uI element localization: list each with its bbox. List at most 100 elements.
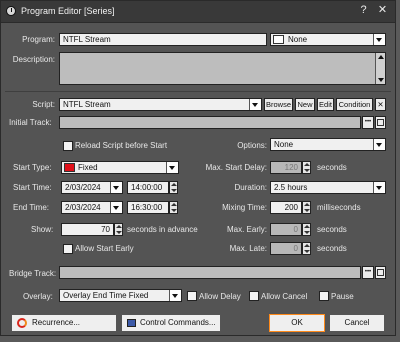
start-type-select[interactable]: Fixed: [61, 161, 179, 174]
allow-start-early-checkbox[interactable]: [63, 244, 73, 254]
script-browse-button[interactable]: Browse: [264, 98, 293, 111]
options-label: Options:: [237, 141, 267, 150]
bridge-track-label: Bridge Track:: [9, 269, 57, 278]
description-label: Description:: [12, 55, 55, 64]
max-early-stepper[interactable]: [302, 223, 311, 236]
allow-cancel-label: Allow Cancel: [261, 292, 308, 301]
options-value: None: [274, 140, 294, 149]
clear-icon: [377, 269, 384, 276]
app-clock-icon: [6, 6, 16, 16]
chevron-down-icon: [376, 38, 382, 42]
program-editor-window: Program Editor [Series] ? ✕ Program: NTF…: [0, 0, 396, 336]
initial-track-input[interactable]: [59, 116, 361, 129]
program-color-value: None: [288, 35, 308, 44]
end-date-picker[interactable]: 2/03/2024: [61, 201, 123, 214]
show-unit: seconds in advance: [127, 225, 198, 234]
scroll-up-icon[interactable]: [378, 55, 384, 59]
start-type-label: Start Type:: [13, 163, 52, 172]
max-start-delay-input[interactable]: 120: [270, 161, 302, 174]
bridge-track-clear-button[interactable]: [375, 266, 386, 279]
reload-script-checkbox[interactable]: [63, 141, 73, 151]
allow-cancel-checkbox[interactable]: [249, 291, 259, 301]
end-date-value: 2/03/2024: [65, 203, 101, 212]
mixing-time-stepper[interactable]: [302, 201, 311, 214]
max-early-input[interactable]: 0: [270, 223, 302, 236]
options-select[interactable]: None: [270, 138, 386, 151]
start-type-value: Fixed: [78, 163, 98, 172]
max-late-unit: seconds: [317, 244, 347, 253]
description-textarea[interactable]: [59, 52, 386, 85]
bridge-track-browse-button[interactable]: •••: [362, 266, 374, 279]
cancel-button[interactable]: Cancel: [329, 314, 385, 332]
control-commands-label: Control Commands...: [140, 318, 216, 327]
overlay-select[interactable]: Overlay End Time Fixed: [59, 289, 182, 302]
start-type-swatch: [64, 163, 75, 172]
start-time-label: Start Time:: [13, 183, 52, 192]
script-edit-button[interactable]: Edit: [317, 98, 334, 111]
mixing-time-unit: milliseconds: [317, 203, 361, 212]
mixing-time-input[interactable]: 200: [270, 201, 302, 214]
separator: [5, 91, 391, 92]
script-value: NTFL Stream: [63, 100, 111, 109]
start-time-stepper[interactable]: [169, 181, 178, 194]
help-button[interactable]: ?: [357, 4, 370, 17]
control-commands-button[interactable]: Control Commands...: [121, 314, 221, 332]
close-button[interactable]: ✕: [376, 4, 389, 17]
script-label: Script:: [32, 100, 55, 109]
allow-delay-checkbox[interactable]: [187, 291, 197, 301]
max-early-unit: seconds: [317, 225, 347, 234]
chevron-down-icon: [376, 143, 382, 147]
duration-value: 2.5 hours: [274, 183, 308, 192]
clear-icon: [377, 119, 384, 126]
program-color-swatch: [273, 35, 284, 44]
reload-script-label: Reload Script before Start: [75, 141, 168, 150]
program-name-input[interactable]: NTFL Stream: [59, 33, 267, 46]
max-late-input[interactable]: 0: [270, 242, 302, 255]
allow-start-early-label: Allow Start Early: [75, 244, 134, 253]
script-clear-button[interactable]: ✕: [375, 98, 386, 111]
chevron-down-icon: [113, 206, 119, 210]
show-label: Show:: [31, 225, 54, 234]
max-late-label: Max. Late:: [229, 244, 267, 253]
start-date-picker[interactable]: 2/03/2024: [61, 181, 123, 194]
pause-label: Pause: [331, 292, 354, 301]
show-stepper[interactable]: [114, 223, 123, 236]
duration-label: Duration:: [234, 183, 267, 192]
overlay-value: Overlay End Time Fixed: [63, 291, 149, 300]
allow-delay-label: Allow Delay: [199, 292, 241, 301]
recurrence-label: Recurrence...: [32, 318, 81, 327]
max-early-label: Max. Early:: [226, 225, 267, 234]
program-label: Program:: [22, 35, 55, 44]
pause-checkbox[interactable]: [319, 291, 329, 301]
window-title: Program Editor [Series]: [21, 6, 115, 16]
script-new-button[interactable]: New: [295, 98, 315, 111]
mixing-time-label: Mixing Time:: [222, 203, 267, 212]
start-date-value: 2/03/2024: [65, 183, 101, 192]
duration-select[interactable]: 2.5 hours: [270, 181, 386, 194]
script-condition-button[interactable]: Condition: [336, 98, 373, 111]
overlay-label: Overlay:: [23, 292, 53, 301]
bridge-track-input[interactable]: [59, 266, 361, 279]
start-time-input[interactable]: 14:00:00: [127, 181, 169, 194]
scroll-down-icon[interactable]: [378, 78, 384, 82]
end-time-input[interactable]: 16:30:00: [127, 201, 169, 214]
initial-track-label: Initial Track:: [9, 118, 52, 127]
recurrence-button[interactable]: Recurrence...: [11, 314, 117, 332]
chevron-down-icon: [113, 186, 119, 190]
max-start-delay-unit: seconds: [317, 163, 347, 172]
control-commands-icon: [127, 319, 136, 327]
max-late-stepper[interactable]: [302, 242, 311, 255]
end-time-stepper[interactable]: [169, 201, 178, 214]
script-select[interactable]: NTFL Stream: [59, 98, 262, 111]
description-scrollbar[interactable]: [375, 53, 385, 84]
ok-button[interactable]: OK: [269, 314, 325, 332]
max-start-delay-stepper[interactable]: [302, 161, 311, 174]
initial-track-browse-button[interactable]: •••: [362, 116, 374, 129]
title-bar: Program Editor [Series] ? ✕: [1, 1, 395, 23]
chevron-down-icon: [172, 294, 178, 298]
chevron-down-icon: [376, 186, 382, 190]
chevron-down-icon: [252, 103, 258, 107]
initial-track-clear-button[interactable]: [375, 116, 386, 129]
program-color-select[interactable]: None: [270, 33, 386, 46]
show-input[interactable]: 70: [61, 223, 114, 236]
